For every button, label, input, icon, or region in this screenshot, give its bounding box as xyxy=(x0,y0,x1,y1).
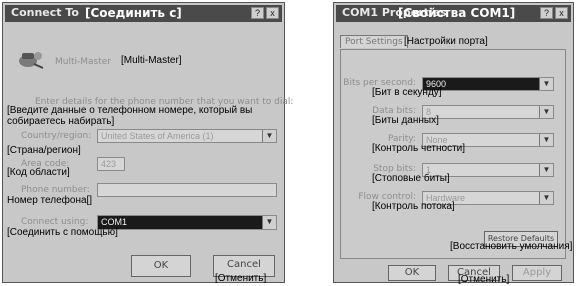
country-label-translation: [Страна/регион] xyxy=(7,145,81,156)
apply-button[interactable]: Apply xyxy=(512,265,562,281)
port-setting-translation: [Контроль четности] xyxy=(372,143,466,154)
connection-name-translation: [Multi-Master] xyxy=(121,55,182,66)
chevron-down-icon[interactable]: ▼ xyxy=(539,78,553,90)
dialog-title-translation: [Свойства COM1] xyxy=(398,6,516,20)
phone-label: Phone number: xyxy=(21,185,90,195)
cancel-translation: [Отменить] xyxy=(215,273,267,284)
area-code-input[interactable]: 423 xyxy=(97,157,125,171)
intro-text-translation: [Введите данные о телефонном номере, кот… xyxy=(7,105,253,127)
close-button[interactable]: x xyxy=(555,7,568,19)
port-setting-translation: [Бит в секунду] xyxy=(372,87,442,98)
chevron-down-icon[interactable]: ▼ xyxy=(262,216,276,229)
phone-number-input[interactable] xyxy=(97,183,277,197)
port-setting-translation: [Контроль потока] xyxy=(372,201,455,212)
connect-using-label-translation: [Соединить с помощью] xyxy=(7,227,118,238)
restore-defaults-translation: [Восстановить умолчания] xyxy=(450,241,573,252)
title-bar: COM1 Properties [Свойства COM1] ? x xyxy=(336,5,571,22)
dialog-title: Connect To xyxy=(11,6,79,19)
country-label: Country/region: xyxy=(21,131,92,141)
phone-label-translation: Номер телефона[] xyxy=(7,195,93,206)
port-setting-select[interactable]: 8 ▼ xyxy=(422,105,554,119)
chevron-down-icon[interactable]: ▼ xyxy=(539,134,553,146)
dialog-title-translation: [Соединить с] xyxy=(85,6,182,20)
chevron-down-icon[interactable]: ▼ xyxy=(539,106,553,118)
connect-using-label: Connect using: xyxy=(21,217,89,227)
connect-to-dialog: Connect To [Соединить с] ? x Multi-Maste… xyxy=(2,2,293,284)
com1-properties-dialog: COM1 Properties [Свойства COM1] ? x Port… xyxy=(333,2,574,285)
port-setting-translation: [Биты данных] xyxy=(372,115,439,126)
tab-port-settings[interactable]: Port Settings xyxy=(340,35,408,48)
ok-button[interactable]: OK xyxy=(388,265,436,281)
ok-button[interactable]: OK xyxy=(131,255,191,277)
connect-using-value: COM1 xyxy=(101,217,128,227)
chevron-down-icon[interactable]: ▼ xyxy=(539,164,553,176)
connect-using-select[interactable]: COM1 ▼ xyxy=(97,215,277,230)
help-button[interactable]: ? xyxy=(540,7,553,19)
chevron-down-icon[interactable]: ▼ xyxy=(539,192,553,204)
cancel-translation: [Отменить] xyxy=(458,274,510,285)
connection-name: Multi-Master xyxy=(55,57,111,67)
phone-connection-icon xyxy=(19,52,44,69)
area-code-label-translation: [Код области] xyxy=(7,167,70,178)
help-button[interactable]: ? xyxy=(251,7,264,19)
chevron-down-icon[interactable]: ▼ xyxy=(262,130,276,142)
port-setting-translation: [Стоповые биты] xyxy=(372,173,450,184)
country-select[interactable]: United States of America (1) ▼ xyxy=(97,129,277,143)
tab-port-settings-translation: [Настройки порта] xyxy=(404,36,488,47)
title-bar: Connect To [Соединить с] ? x xyxy=(5,5,282,22)
area-code-value: 423 xyxy=(101,159,117,169)
close-button[interactable]: x xyxy=(266,7,279,19)
country-value: United States of America (1) xyxy=(101,131,214,141)
